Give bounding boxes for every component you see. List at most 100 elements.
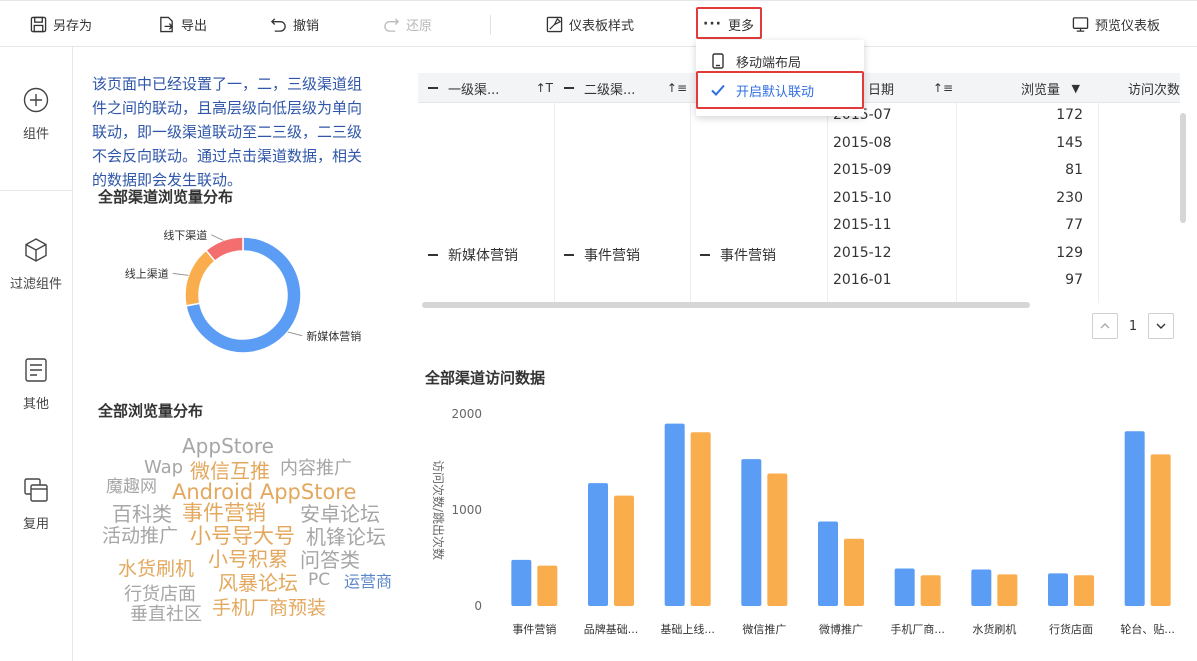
cell-date[interactable]: 2015-12	[833, 245, 892, 261]
x-tick-label: 水货刷机	[972, 622, 1016, 636]
redo-button[interactable]: 还原	[383, 1, 432, 47]
bar[interactable]	[741, 459, 762, 606]
bar[interactable]	[1150, 454, 1171, 606]
column-divider	[1098, 103, 1099, 303]
bar[interactable]	[614, 495, 634, 606]
collapse-icon[interactable]	[428, 254, 438, 256]
bar[interactable]	[894, 568, 915, 606]
bar[interactable]	[971, 569, 992, 606]
preview-dashboard-button[interactable]: 预览仪表板	[1072, 1, 1160, 47]
next-page-button[interactable]	[1148, 313, 1174, 339]
cell-views[interactable]: 77	[978, 217, 1083, 233]
word-cloud-term[interactable]: 小号积累	[208, 549, 288, 569]
header-label: 访问次数	[1128, 82, 1180, 98]
collapse-icon[interactable]	[428, 87, 438, 89]
word-cloud-term[interactable]: 安卓论坛	[300, 504, 380, 524]
save-as-button[interactable]: 另存为	[30, 1, 92, 47]
bar[interactable]	[818, 521, 838, 606]
word-cloud-term[interactable]: PC	[308, 572, 330, 589]
cell-views[interactable]: 172	[978, 107, 1083, 123]
sidebar-item-components[interactable]: 组件	[0, 87, 72, 142]
sort-icon[interactable]: ↑T	[536, 81, 553, 95]
bar[interactable]	[1048, 573, 1068, 606]
header-visits[interactable]: 访问次数	[1128, 73, 1180, 103]
bar[interactable]	[1074, 575, 1094, 606]
bar-chart: 0 1000 2000 访问次数/跳出次数 事件营销 品牌基础... 基础上线... 微信推广…	[418, 398, 1188, 648]
monitor-icon	[1072, 16, 1089, 32]
cell-views[interactable]: 145	[978, 135, 1083, 151]
word-cloud-term[interactable]: 手机厂商预装	[212, 599, 326, 618]
word-cloud-term[interactable]: 垂直社区	[130, 606, 202, 624]
cell-level1[interactable]: 新媒体营销	[428, 245, 518, 265]
sidebar-item-filter-components[interactable]: 过滤组件	[0, 237, 72, 292]
header-level2[interactable]: 二级渠... ↑≡	[564, 73, 687, 103]
header-level1[interactable]: 一级渠... ↑T	[428, 73, 553, 103]
cell-level3[interactable]: 事件营销	[700, 245, 776, 265]
sort-icon[interactable]: ↑≡	[933, 81, 953, 95]
word-cloud-term[interactable]: Android AppStore	[172, 482, 356, 503]
horizontal-scrollbar[interactable]	[422, 302, 1030, 308]
bar[interactable]	[844, 538, 864, 606]
bar[interactable]	[511, 559, 532, 606]
word-cloud-term[interactable]: 活动推广	[102, 527, 178, 546]
cell-date[interactable]: 2015-09	[833, 162, 892, 178]
collapse-icon[interactable]	[564, 254, 574, 256]
word-cloud-term[interactable]: 微信互推	[190, 461, 270, 481]
word-cloud-term[interactable]: 小号导大号	[190, 526, 295, 547]
bar[interactable]	[664, 423, 685, 606]
bar[interactable]	[920, 575, 941, 606]
cell-date[interactable]: 2016-01	[833, 272, 892, 288]
y-tick-label: 1000	[451, 503, 482, 517]
word-cloud-term[interactable]: AppStore	[182, 436, 274, 456]
header-date[interactable]: 日期 ↑≡	[868, 73, 953, 103]
x-tick-label: 行货店面	[1049, 622, 1093, 636]
word-cloud-term[interactable]: 内容推广	[280, 460, 352, 478]
bar[interactable]	[588, 483, 608, 606]
cell-date[interactable]: 2015-11	[833, 217, 892, 233]
vertical-scrollbar[interactable]	[1180, 113, 1186, 223]
bar[interactable]	[997, 574, 1018, 606]
chevron-up-icon	[1100, 323, 1110, 329]
bar[interactable]	[767, 473, 788, 606]
cell-views[interactable]: 230	[978, 190, 1083, 206]
word-cloud-term[interactable]: 事件营销	[182, 503, 266, 524]
bar[interactable]	[537, 565, 558, 606]
word-cloud-term[interactable]: 百科类	[112, 504, 172, 524]
x-tick-label: 轮台、贴...	[1120, 622, 1175, 636]
prev-page-button[interactable]	[1092, 313, 1118, 339]
word-cloud-term[interactable]: 运营商	[344, 574, 392, 590]
bar[interactable]	[1124, 431, 1145, 606]
sidebar-item-label: 复用	[22, 517, 49, 532]
cell-date[interactable]: 2015-10	[833, 190, 892, 206]
donut-label-line	[287, 331, 303, 337]
y-tick-label: 0	[474, 599, 482, 613]
sidebar-item-other[interactable]: 其他	[0, 357, 72, 412]
export-button[interactable]: 导出	[158, 1, 207, 47]
cell-views[interactable]: 97	[978, 272, 1083, 288]
bar[interactable]	[690, 432, 711, 606]
donut-slice[interactable]	[184, 249, 217, 307]
word-cloud-term[interactable]: 机锋论坛	[306, 527, 386, 547]
word-cloud-term[interactable]: 问答类	[300, 550, 360, 570]
word-cloud-term[interactable]: Wap	[144, 459, 183, 477]
cell-views[interactable]: 129	[978, 245, 1083, 261]
sort-desc-icon[interactable]: ▼	[1072, 82, 1080, 95]
cell-text: 事件营销	[584, 248, 640, 264]
header-views[interactable]: 浏览量 ▼	[978, 73, 1080, 103]
word-cloud-term[interactable]: 风暴论坛	[218, 573, 298, 593]
bar-chart-title: 全部渠道访问数据	[425, 369, 546, 387]
word-cloud-term[interactable]: 行货店面	[124, 586, 196, 604]
cell-date[interactable]: 2015-08	[833, 135, 892, 151]
cell-views[interactable]: 81	[978, 162, 1083, 178]
donut-slice[interactable]	[204, 236, 244, 263]
word-cloud-term[interactable]: 水货刷机	[118, 560, 194, 579]
collapse-icon[interactable]	[564, 87, 574, 89]
collapse-icon[interactable]	[700, 254, 710, 256]
word-cloud-term[interactable]: 魔趣网	[106, 479, 157, 496]
cell-level2[interactable]: 事件营销	[564, 245, 640, 265]
page-number: 1	[1128, 318, 1138, 334]
undo-button[interactable]: 撤销	[270, 1, 319, 47]
sort-icon[interactable]: ↑≡	[667, 81, 687, 95]
dashboard-style-button[interactable]: 仪表板样式	[546, 1, 634, 47]
sidebar-item-reuse[interactable]: 复用	[0, 477, 72, 532]
